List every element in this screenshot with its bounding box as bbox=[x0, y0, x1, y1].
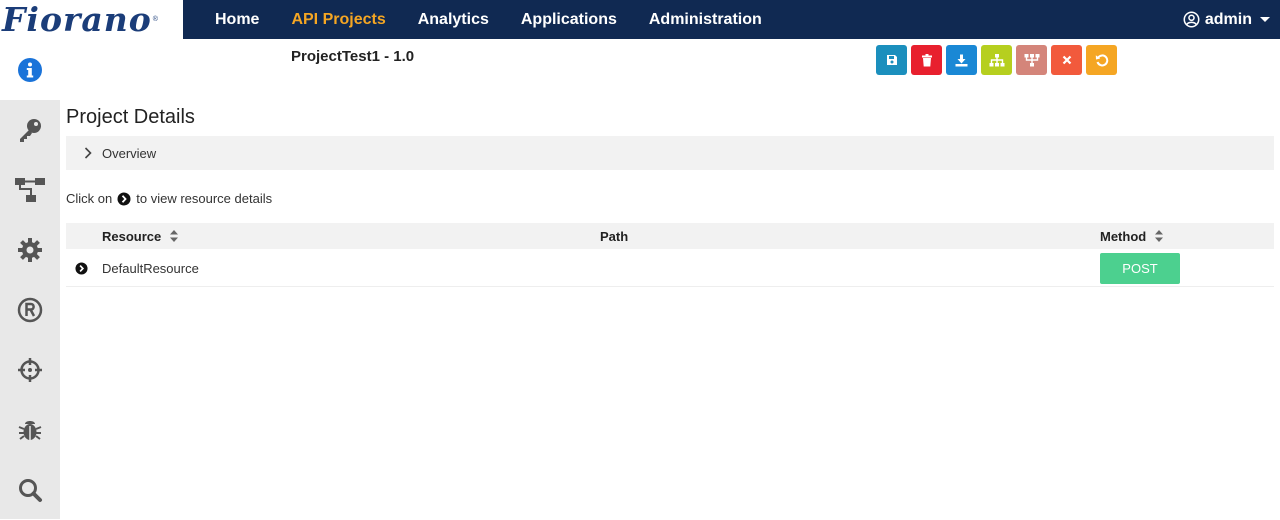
sidebar-item-settings[interactable] bbox=[0, 220, 60, 280]
nav-item-administration[interactable]: Administration bbox=[649, 11, 762, 29]
download-icon bbox=[955, 54, 968, 66]
sidebar-item-info[interactable] bbox=[0, 39, 60, 100]
info-icon bbox=[18, 57, 42, 82]
nav-item-home[interactable]: Home bbox=[215, 11, 259, 29]
nav-item-analytics[interactable]: Analytics bbox=[418, 11, 489, 29]
undo-button[interactable] bbox=[1086, 45, 1117, 75]
gear-icon bbox=[18, 238, 42, 262]
resource-name: DefaultResource bbox=[102, 260, 199, 276]
hierarchy-button[interactable] bbox=[981, 45, 1012, 75]
hint-prefix: Click on bbox=[66, 191, 113, 206]
save-button[interactable] bbox=[876, 45, 907, 75]
logo[interactable]: Fiorano ® bbox=[0, 0, 183, 39]
crosshair-icon bbox=[18, 358, 42, 382]
user-name: admin bbox=[1204, 10, 1252, 28]
sidebar-item-search[interactable] bbox=[0, 460, 60, 520]
main-nav: Home API Projects Analytics Applications… bbox=[199, 0, 778, 39]
sidebar-item-registry[interactable] bbox=[0, 280, 60, 340]
chevron-right-icon bbox=[84, 147, 92, 159]
save-icon bbox=[886, 55, 897, 65]
logo-registered-mark: ® bbox=[152, 16, 158, 23]
table-header: Resource Path Method bbox=[66, 223, 1274, 249]
flow-icon bbox=[15, 178, 45, 202]
delete-button[interactable] bbox=[911, 45, 942, 75]
overview-label: Overview bbox=[102, 145, 157, 161]
project-toolbar bbox=[876, 45, 1121, 75]
search-icon bbox=[19, 479, 42, 502]
sort-icon bbox=[1155, 230, 1164, 242]
sort-icon bbox=[170, 230, 179, 242]
sidebar-item-flows[interactable] bbox=[0, 160, 60, 220]
table-row: DefaultResource POST bbox=[66, 249, 1274, 287]
delete-icon bbox=[921, 53, 932, 66]
nav-item-api-projects[interactable]: API Projects bbox=[291, 11, 385, 29]
project-title: ProjectTest1 - 1.0 bbox=[291, 48, 415, 65]
sidebar-item-target[interactable] bbox=[0, 340, 60, 400]
section-title: Project Details bbox=[66, 106, 195, 128]
user-menu[interactable]: admin bbox=[1183, 0, 1270, 39]
method-badge[interactable]: POST bbox=[1100, 252, 1180, 284]
bug-icon bbox=[18, 421, 42, 440]
sidebar bbox=[0, 39, 60, 519]
structure-icon bbox=[1024, 53, 1039, 66]
close-button[interactable] bbox=[1051, 45, 1082, 75]
expand-circle-icon bbox=[75, 261, 88, 275]
key-icon bbox=[20, 119, 41, 142]
expand-circle-icon bbox=[117, 192, 131, 205]
user-circle-icon bbox=[1183, 11, 1200, 28]
download-button[interactable] bbox=[946, 45, 977, 75]
overview-accordion[interactable]: Overview bbox=[66, 136, 1274, 170]
undo-icon bbox=[1095, 54, 1108, 67]
structure-button[interactable] bbox=[1016, 45, 1047, 75]
row-expand-button[interactable] bbox=[75, 249, 88, 287]
sidebar-item-debug[interactable] bbox=[0, 400, 60, 460]
top-navbar: Fiorano ® Home API Projects Analytics Ap… bbox=[0, 0, 1280, 39]
method-cell: POST bbox=[1100, 249, 1180, 287]
hint-text: Click on to view resource details bbox=[66, 191, 272, 206]
hierarchy-icon bbox=[989, 53, 1004, 66]
column-header-path: Path bbox=[600, 228, 629, 244]
close-icon bbox=[1062, 55, 1071, 65]
column-header-method[interactable]: Method bbox=[1100, 223, 1164, 249]
sidebar-item-keys[interactable] bbox=[0, 100, 60, 160]
chevron-down-icon bbox=[1260, 17, 1270, 22]
logo-text: Fiorano bbox=[2, 0, 152, 39]
hint-suffix: to view resource details bbox=[136, 191, 273, 206]
column-header-resource[interactable]: Resource bbox=[102, 223, 179, 249]
nav-item-applications[interactable]: Applications bbox=[521, 11, 617, 29]
resource-table: Resource Path Method DefaultResource POS… bbox=[66, 223, 1274, 287]
registered-icon bbox=[17, 297, 43, 323]
